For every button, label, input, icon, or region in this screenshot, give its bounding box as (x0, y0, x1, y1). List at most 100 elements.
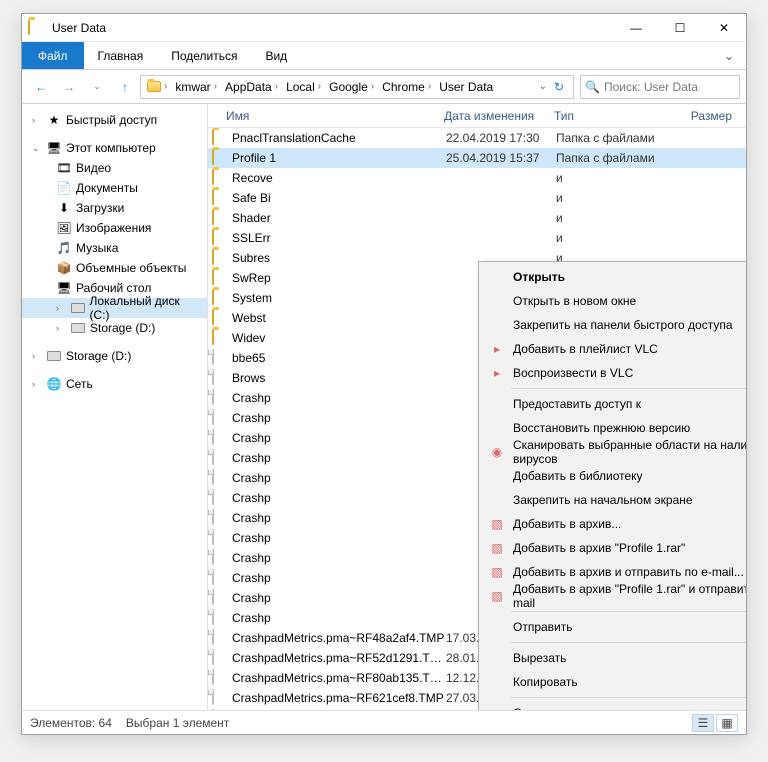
breadcrumb-seg: User Data (435, 76, 497, 98)
context-menu-item[interactable]: ▧Добавить в архив "Profile 1.rar" (481, 536, 746, 560)
context-menu-item[interactable]: Открыть в новом окне (481, 289, 746, 313)
star-icon: ★ (46, 112, 62, 128)
context-menu-item[interactable]: Предоставить доступ к▶ (481, 392, 746, 416)
context-menu-item[interactable]: Закрепить на начальном экране (481, 488, 746, 512)
sidebar-network[interactable]: ›🌐Сеть (22, 374, 207, 394)
forward-button[interactable]: → (56, 74, 82, 100)
folder-icon (212, 170, 228, 186)
file-list-pane: Имя Дата изменения Тип Размер PnaclTrans… (208, 104, 746, 710)
breadcrumb-seg: AppData› (221, 76, 282, 98)
explorer-window: User Data — ☐ ✕ Файл Главная Поделиться … (21, 13, 747, 735)
breadcrumb-root-icon[interactable]: › (143, 76, 171, 98)
context-menu-item[interactable]: ▧Добавить в архив... (481, 512, 746, 536)
navigation-pane: ›★Быстрый доступ ⌄🖥Этот компьютер 🎞Видео… (22, 104, 208, 710)
context-menu-item[interactable]: Вырезать (481, 646, 746, 670)
tab-share[interactable]: Поделиться (157, 42, 251, 69)
disk-icon (70, 320, 86, 336)
search-input[interactable]: 🔍 Поиск: User Data (580, 75, 740, 99)
file-icon (212, 530, 228, 546)
file-icon (212, 350, 228, 366)
tab-view[interactable]: Вид (251, 42, 301, 69)
sidebar-item[interactable]: 📦Объемные объекты (22, 258, 207, 278)
disk-icon (70, 300, 86, 316)
file-icon (212, 550, 228, 566)
folder-icon (212, 250, 228, 266)
sidebar-quick-access[interactable]: ›★Быстрый доступ (22, 110, 207, 130)
view-thumbnails-button[interactable]: ▦ (716, 714, 738, 732)
ribbon: Файл Главная Поделиться Вид ⌄ (22, 42, 746, 70)
rar-icon: ▧ (487, 515, 507, 533)
context-menu-item[interactable]: Открыть (481, 265, 746, 289)
app-icon (28, 20, 44, 36)
file-icon (212, 590, 228, 606)
context-menu-item[interactable]: Создать ярлык (481, 701, 746, 710)
sidebar-item[interactable]: 🎞Видео (22, 158, 207, 178)
sidebar-item[interactable]: 🖼Изображения (22, 218, 207, 238)
folder-icon (212, 230, 228, 246)
addressbar: ← → ⌄ ↑ › kmwar› AppData› Local› Google›… (22, 70, 746, 104)
ribbon-expand-icon[interactable]: ⌄ (712, 49, 746, 63)
sidebar-item[interactable]: 📄Документы (22, 178, 207, 198)
folder-icon (212, 270, 228, 286)
context-menu-item[interactable]: ▧Добавить в архив "Profile 1.rar" и отпр… (481, 584, 746, 608)
sidebar-item[interactable]: 🎵Музыка (22, 238, 207, 258)
context-menu-item[interactable]: ▧Добавить в архив и отправить по e-mail.… (481, 560, 746, 584)
minimize-button[interactable]: — (614, 14, 658, 42)
col-size[interactable]: Размер (672, 109, 732, 123)
file-icon (212, 490, 228, 506)
sidebar-local-disk[interactable]: ›Локальный диск (C:) (22, 298, 207, 318)
file-icon (212, 510, 228, 526)
sidebar-this-pc[interactable]: ⌄🖥Этот компьютер (22, 138, 207, 158)
status-item-count: Элементов: 64 (30, 716, 112, 730)
file-icon (212, 370, 228, 386)
sidebar-item[interactable]: ⬇Загрузки (22, 198, 207, 218)
context-menu: ОткрытьОткрыть в новом окнеЗакрепить на … (478, 261, 746, 710)
view-details-button[interactable]: ☰ (692, 714, 714, 732)
file-row[interactable]: Safe Biи (208, 188, 746, 208)
up-button[interactable]: ↑ (112, 74, 138, 100)
titlebar: User Data — ☐ ✕ (22, 14, 746, 42)
breadcrumb-dropdown-icon[interactable]: ⌄ (539, 81, 547, 92)
col-type[interactable]: Тип (554, 109, 672, 123)
context-menu-item[interactable]: Закрепить на панели быстрого доступа (481, 313, 746, 337)
recent-dropdown[interactable]: ⌄ (84, 74, 110, 100)
sidebar-storage2[interactable]: ›Storage (D:) (22, 346, 207, 366)
breadcrumb-seg: Google› (325, 76, 378, 98)
window-title: User Data (52, 21, 614, 35)
breadcrumb[interactable]: › kmwar› AppData› Local› Google› Chrome›… (140, 75, 574, 99)
breadcrumb-seg: Chrome› (378, 76, 435, 98)
folder-icon (212, 150, 228, 166)
file-icon (212, 470, 228, 486)
context-menu-item[interactable]: Отправить▶ (481, 615, 746, 639)
maximize-button[interactable]: ☐ (658, 14, 702, 42)
file-row[interactable]: Profile 125.04.2019 15:37Папка с файлами (208, 148, 746, 168)
context-menu-item[interactable]: Восстановить прежнюю версию (481, 416, 746, 440)
file-icon (212, 610, 228, 626)
file-icon (212, 690, 228, 706)
file-icon (212, 630, 228, 646)
back-button[interactable]: ← (28, 74, 54, 100)
disk-icon (46, 348, 62, 364)
column-headers[interactable]: Имя Дата изменения Тип Размер (208, 104, 746, 128)
context-menu-item[interactable]: ▸Добавить в плейлист VLC (481, 337, 746, 361)
pictures-icon: 🖼 (56, 220, 72, 236)
file-tab[interactable]: Файл (22, 42, 84, 69)
context-menu-item[interactable]: ▸Воспроизвести в VLC (481, 361, 746, 385)
status-selected: Выбран 1 элемент (126, 716, 229, 730)
tab-home[interactable]: Главная (84, 42, 158, 69)
refresh-button[interactable]: ↻ (547, 80, 571, 94)
close-button[interactable]: ✕ (702, 14, 746, 42)
rar-icon: ▧ (487, 539, 507, 557)
video-icon: 🎞 (56, 160, 72, 176)
file-row[interactable]: Shaderи (208, 208, 746, 228)
statusbar: Элементов: 64 Выбран 1 элемент ☰ ▦ (22, 710, 746, 734)
file-row[interactable]: SSLErrи (208, 228, 746, 248)
context-menu-item[interactable]: Копировать (481, 670, 746, 694)
file-row[interactable]: PnaclTranslationCache22.04.2019 17:30Пап… (208, 128, 746, 148)
context-menu-item[interactable]: ◉Сканировать выбранные области на наличи… (481, 440, 746, 464)
file-row[interactable]: Recoveи (208, 168, 746, 188)
file-icon (212, 430, 228, 446)
col-date[interactable]: Дата изменения (444, 109, 554, 123)
context-menu-item[interactable]: Добавить в библиотеку▶ (481, 464, 746, 488)
col-name[interactable]: Имя (226, 109, 444, 123)
